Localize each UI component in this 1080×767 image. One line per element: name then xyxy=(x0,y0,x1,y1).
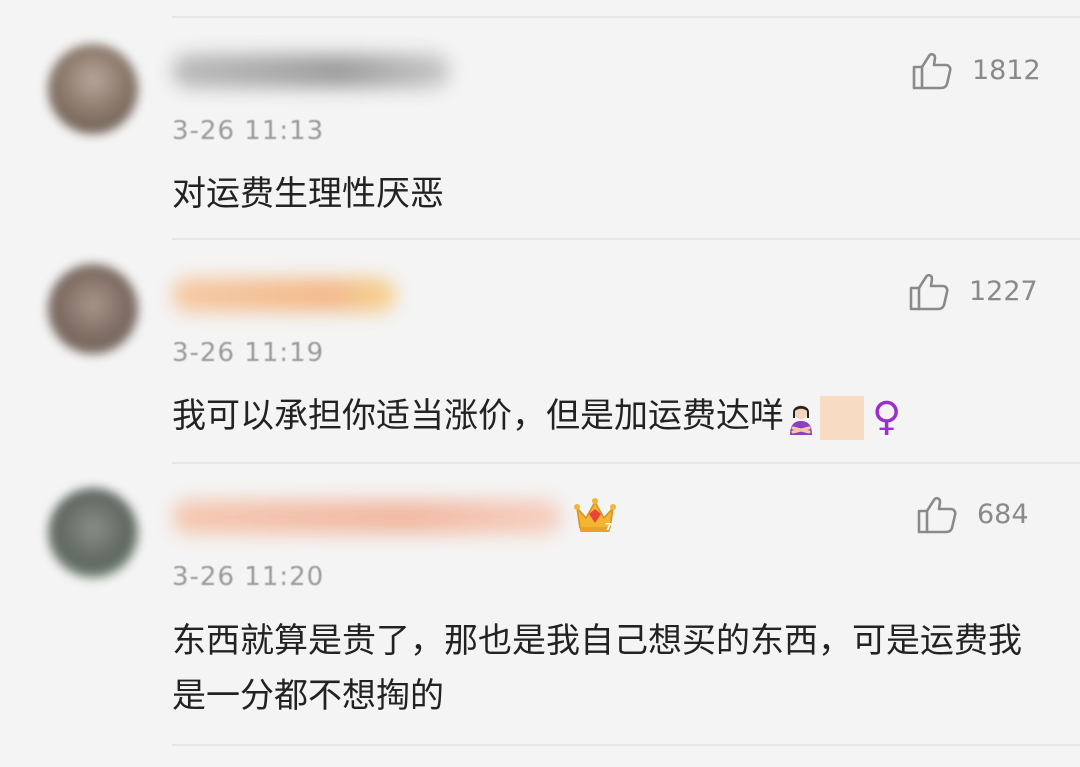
avatar[interactable] xyxy=(48,44,138,134)
female-sign-icon: ♀ xyxy=(872,394,902,440)
top-divider xyxy=(172,16,1080,18)
comment-text: 我可以承担你适当涨价，但是加运费达咩 ♀ xyxy=(172,389,1040,445)
like-button[interactable]: 1227 xyxy=(907,269,1038,313)
comment-timestamp: 3-26 11:19 xyxy=(172,342,325,364)
username-blurred[interactable] xyxy=(172,500,562,534)
like-count: 1227 xyxy=(969,275,1038,307)
skin-tone-box xyxy=(820,395,864,440)
comment-text-content: 东西就算是贵了，那也是我自己想买的东西，可是运费我是一分都不想掏的 xyxy=(172,621,1022,716)
crown-icon: 7 xyxy=(574,498,616,533)
avatar[interactable] xyxy=(48,488,138,578)
comment-timestamp: 3-26 11:13 xyxy=(172,120,325,142)
comment-divider xyxy=(172,462,1080,464)
like-button[interactable]: 1812 xyxy=(910,48,1041,92)
woman-gesturing-no-icon xyxy=(790,404,812,435)
like-count: 684 xyxy=(977,498,1029,530)
username-blurred[interactable] xyxy=(172,278,396,312)
thumbs-up-icon xyxy=(917,496,957,534)
comment-divider xyxy=(172,744,1080,746)
comment-text-content: 对运费生理性厌恶 xyxy=(172,174,444,214)
like-button[interactable]: 684 xyxy=(915,492,1029,536)
avatar[interactable] xyxy=(48,264,138,354)
username-blurred[interactable] xyxy=(172,54,450,88)
comment-text: 对运费生理性厌恶 xyxy=(172,167,1040,222)
comment-timestamp: 3-26 11:20 xyxy=(172,566,325,588)
svg-text:7: 7 xyxy=(605,522,612,533)
thumbs-up-icon xyxy=(912,52,952,90)
like-count: 1812 xyxy=(972,54,1041,86)
comment-divider xyxy=(172,238,1080,240)
comment-text-content: 我可以承担你适当涨价，但是加运费达咩 xyxy=(172,396,784,436)
thumbs-up-icon xyxy=(909,273,949,311)
comment-text: 东西就算是贵了，那也是我自己想买的东西，可是运费我是一分都不想掏的 xyxy=(172,614,1040,724)
